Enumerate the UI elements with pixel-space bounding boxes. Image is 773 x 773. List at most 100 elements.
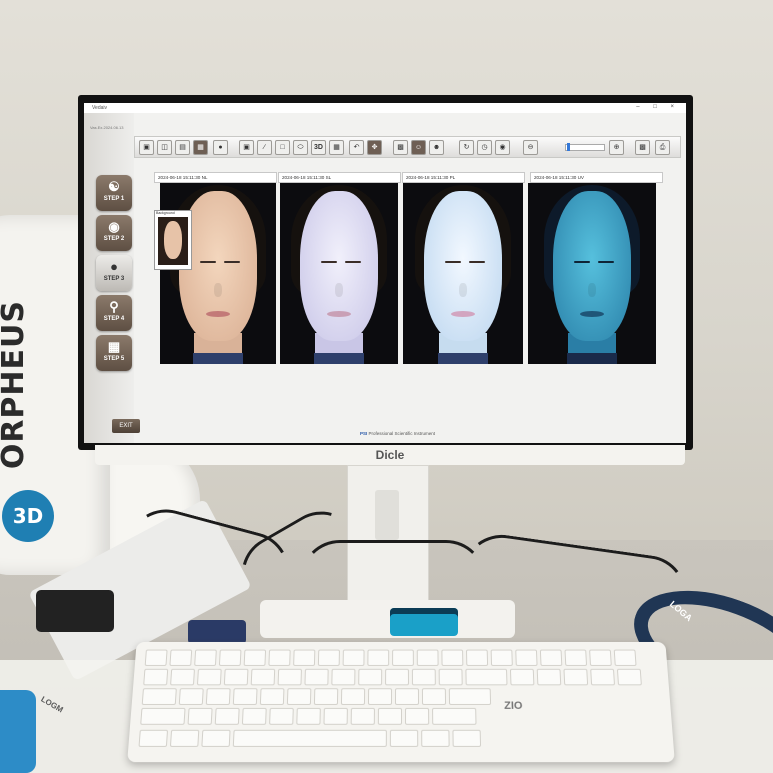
lips (327, 311, 351, 317)
session-id: Vas.Ex.2024.06.13 (90, 125, 124, 130)
3d-icon[interactable]: 3D (311, 140, 326, 155)
monitor-chin: Dicle (95, 445, 685, 465)
step-1-label: STEP 1 (103, 196, 125, 202)
step-5-label: STEP 5 (103, 356, 125, 362)
zoom-in-icon[interactable]: ⊕ (609, 140, 624, 155)
step-2-button[interactable]: ◉ STEP 2 (96, 215, 132, 251)
thumbnail-face (164, 221, 182, 259)
chin-rest (438, 353, 488, 364)
layout-2-icon[interactable]: ◫ (157, 140, 172, 155)
person-icon[interactable]: ● (213, 140, 228, 155)
panel-3-header[interactable]: 2024-06-18 15:11:30 PL (402, 172, 525, 183)
eye (469, 261, 485, 263)
key-row (138, 729, 482, 747)
window-title: Vedaiv (92, 105, 108, 111)
lips (206, 311, 230, 317)
step-1-button[interactable]: ☯ STEP 1 (96, 175, 132, 211)
monitor-brand: Dicle (375, 448, 405, 462)
ellipse-icon[interactable]: ⬭ (293, 140, 308, 155)
panel-4-mode[interactable]: UV (578, 175, 584, 180)
key-row (143, 668, 642, 686)
eye (445, 261, 461, 263)
eye (224, 261, 240, 263)
panel-4-header[interactable]: 2024-06-18 15:11:30 UV (530, 172, 663, 183)
compare-icon: ▦ (107, 339, 121, 354)
nose (459, 283, 467, 297)
key-row (141, 688, 492, 705)
zoom-out-icon[interactable]: ⊖ (523, 140, 538, 155)
face (553, 191, 631, 341)
footer-brand-text: Professional Scientific Instrument (368, 431, 436, 436)
nose (588, 283, 596, 297)
move-icon[interactable]: ✥ (367, 140, 382, 155)
face-photo-uv[interactable] (528, 183, 656, 364)
key-row (140, 707, 477, 725)
camera-icon: ◉ (108, 219, 120, 234)
rect-icon[interactable]: □ (275, 140, 290, 155)
panel-2-date: 2024-06-18 15:11:30 (282, 175, 325, 180)
window-controls[interactable]: – □ × (636, 104, 680, 110)
print-icon[interactable]: ⎙ (655, 140, 670, 155)
power-adapter (36, 590, 114, 632)
layout-4-icon[interactable]: ▦ (193, 140, 208, 155)
step-3-label: STEP 3 (103, 276, 125, 282)
panel-4-date: 2024-06-18 15:11:30 (534, 175, 577, 180)
rotate-icon[interactable]: ↻ (459, 140, 474, 155)
chin-rest (567, 353, 617, 364)
panel-2-mode[interactable]: SL (326, 175, 332, 180)
footer-brand: PSI Professional Scientific Instrument (360, 431, 435, 436)
person-zoom-icon[interactable]: ◉ (495, 140, 510, 155)
zoom-slider-knob[interactable] (567, 143, 570, 151)
layout-3-icon[interactable]: ▤ (175, 140, 190, 155)
panel-1-mode[interactable]: NL (202, 175, 208, 180)
compare-icon[interactable]: ▩ (393, 140, 408, 155)
blue-roll (0, 690, 36, 773)
step-3-button[interactable]: ● STEP 3 (96, 255, 132, 291)
monitor-stand-base (260, 600, 515, 638)
save-icon[interactable]: ▩ (635, 140, 650, 155)
face-photo-parallel-polarized[interactable] (403, 183, 523, 364)
step-sidebar: Vas.Ex.2024.06.13 ☯ STEP 1 ◉ STEP 2 ● ST… (84, 113, 134, 443)
chin-rest (193, 353, 243, 364)
timer-icon[interactable]: ◷ (477, 140, 492, 155)
image-compare-area: 2024-06-18 15:11:30 NL 2024-06-18 15:11:… (146, 172, 671, 403)
eye (598, 261, 614, 263)
step-2-label: STEP 2 (103, 236, 125, 242)
device-3d-badge: 3D (2, 490, 54, 542)
panel-1-header[interactable]: 2024-06-18 15:11:30 NL (154, 172, 277, 183)
device-brand-text: ORPHEUS (0, 300, 31, 470)
step-5-button[interactable]: ▦ STEP 5 (96, 335, 132, 371)
thumbnail-preview[interactable]: Background (154, 210, 192, 270)
chin-rest (314, 353, 364, 364)
keyboard: ZIO (127, 641, 675, 763)
panel-3-date: 2024-06-18 15:11:30 (406, 175, 449, 180)
app-screen: Vedaiv – □ × Vas.Ex.2024.06.13 ☯ STEP 1 … (84, 103, 686, 443)
step-4-button[interactable]: ⚲ STEP 4 (96, 295, 132, 331)
line-icon[interactable]: ∕ (257, 140, 272, 155)
eye (321, 261, 337, 263)
grid-icon[interactable]: ▦ (329, 140, 344, 155)
lips (451, 311, 475, 317)
eye (574, 261, 590, 263)
panel-3-mode[interactable]: PL (450, 175, 456, 180)
thumbnail-label: Background (156, 211, 175, 215)
image-icon[interactable]: ▣ (139, 140, 154, 155)
undo-icon[interactable]: ↶ (349, 140, 364, 155)
zoom-slider[interactable] (565, 143, 605, 151)
face-mark-icon[interactable]: ☻ (429, 140, 444, 155)
key-row (144, 649, 637, 666)
panel-1-date: 2024-06-18 15:11:30 (158, 175, 201, 180)
face (424, 191, 502, 341)
window-titlebar: Vedaiv – □ × (84, 103, 686, 113)
step-4-label: STEP 4 (103, 316, 125, 322)
keyboard-brand: ZIO (503, 700, 523, 712)
panel-2-header[interactable]: 2024-06-18 15:11:30 SL (278, 172, 401, 183)
image-edit-icon[interactable]: ▣ (239, 140, 254, 155)
exit-button[interactable]: EXIT (112, 419, 140, 433)
eye (345, 261, 361, 263)
face-icon[interactable]: ☺ (411, 140, 426, 155)
face-photo-cross-polarized[interactable] (280, 183, 398, 364)
lips (580, 311, 604, 317)
magnify-icon: ⚲ (109, 299, 119, 314)
card-reader-hub (390, 608, 458, 636)
